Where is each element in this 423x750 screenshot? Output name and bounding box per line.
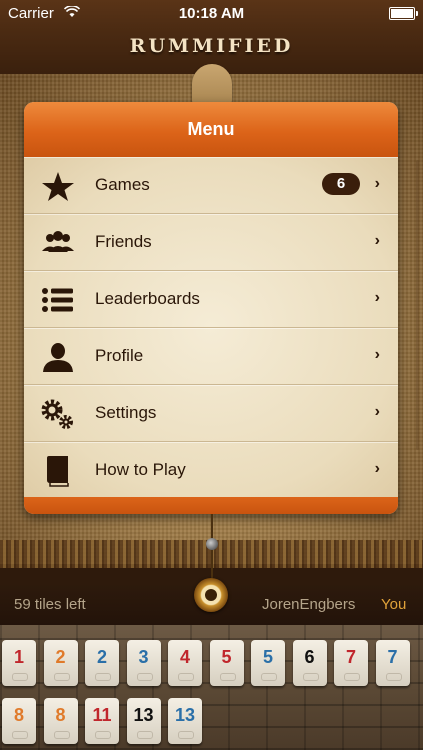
menu-panel: Menu Games 6 › Friends › Leaderboards › … [24, 102, 398, 514]
menu-item-label: Leaderboards [95, 289, 200, 308]
turn-timer-icon[interactable] [194, 578, 228, 612]
menu-item-profile[interactable]: Profile › [24, 328, 398, 385]
rummy-tile[interactable]: 3 [126, 640, 161, 686]
current-player-label: You [381, 596, 407, 613]
menu-item-label: Friends [95, 232, 152, 251]
games-count-badge: 6 [322, 173, 360, 195]
star-icon [42, 172, 74, 201]
menu-item-label: Games [95, 175, 150, 194]
menu-item-how-to-play[interactable]: How to Play › [24, 442, 398, 497]
tiles-left-label: 59 tiles left [14, 596, 86, 613]
chevron-right-icon: › [374, 232, 380, 249]
gears-icon [41, 399, 73, 429]
rummy-tile[interactable]: 2 [85, 640, 119, 686]
panel-tab [192, 64, 232, 106]
clock-time: 10:18 AM [178, 5, 245, 22]
rummy-tile[interactable]: 7 [334, 640, 368, 686]
menu-scrollbar[interactable] [416, 160, 419, 450]
menu-panel-footer [24, 497, 398, 514]
rummy-tile[interactable]: 13 [126, 698, 161, 744]
rummy-tile[interactable]: 11 [85, 698, 119, 744]
rummy-tile[interactable]: 1 [2, 640, 36, 686]
chevron-right-icon: › [374, 175, 380, 192]
list-icon [42, 288, 73, 312]
battery-icon [389, 7, 418, 20]
status-bar: Carrier 10:18 AM [0, 0, 423, 28]
menu-item-friends[interactable]: Friends › [24, 214, 398, 271]
rummy-tile[interactable]: 13 [168, 698, 202, 744]
chevron-right-icon: › [374, 346, 380, 363]
menu-item-games[interactable]: Games 6 › [24, 157, 398, 214]
chevron-right-icon: › [374, 403, 380, 420]
person-icon [43, 343, 73, 372]
opponent-name: JorenEngbers [262, 596, 356, 613]
book-icon [47, 456, 69, 487]
rummy-tile[interactable]: 5 [209, 640, 244, 686]
menu-item-label: Profile [95, 346, 144, 365]
rummy-tile[interactable]: 8 [43, 698, 78, 744]
tile-rack: 1 2 2 3 4 5 5 6 7 7 8 8 11 13 13 [0, 625, 423, 750]
menu-item-label: Settings [95, 403, 157, 422]
rummy-tile[interactable]: 4 [168, 640, 202, 686]
menu-title: Menu [24, 102, 398, 157]
chevron-right-icon: › [374, 460, 380, 477]
rummy-tile[interactable]: 7 [375, 640, 410, 686]
menu-item-leaderboards[interactable]: Leaderboards › [24, 271, 398, 328]
header-bar: Carrier 10:18 AM RUMMIFIED [0, 0, 423, 74]
menu-item-label: How to Play [95, 460, 186, 479]
rummy-tile[interactable]: 6 [292, 640, 327, 686]
rummy-tile[interactable]: 8 [2, 698, 36, 744]
rummy-tile[interactable]: 2 [43, 640, 78, 686]
string-knob [206, 538, 218, 550]
app-logo: RUMMIFIED [129, 35, 294, 57]
chevron-right-icon: › [374, 289, 380, 306]
group-icon [42, 231, 74, 252]
rummy-tile[interactable]: 5 [251, 640, 285, 686]
menu-item-settings[interactable]: Settings › [24, 385, 398, 442]
menu-list[interactable]: Games 6 › Friends › Leaderboards › Profi… [24, 157, 398, 497]
